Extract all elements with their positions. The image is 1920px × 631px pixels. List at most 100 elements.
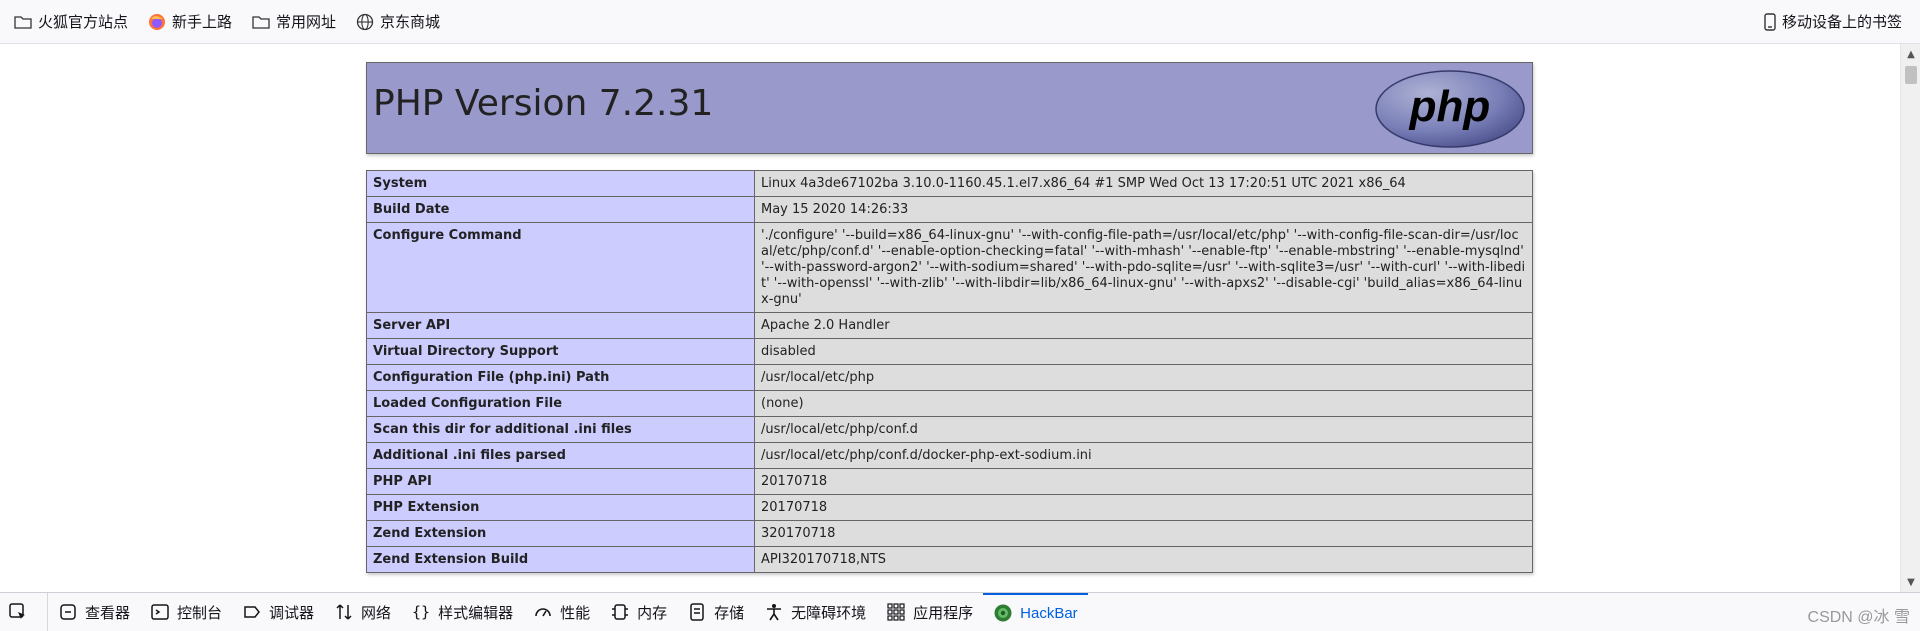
bookmark-label: 京东商城 [380,14,441,31]
mobile-bookmarks-label: 移动设备上的书签 [1781,14,1902,31]
devtools-tab-debugger[interactable]: 调试器 [232,593,324,631]
row-value: 320170718 [754,520,1533,547]
devtools-tab-label: HackBar [1020,604,1078,622]
element-picker-button[interactable] [0,593,48,631]
row-value: (none) [754,390,1533,417]
phpinfo-header: PHP Version 7.2.31 php [366,62,1533,154]
bookmark-getting-started[interactable]: 新手上路 [142,7,238,37]
devtools-tab-label: 内存 [637,604,668,622]
devtools-tab-label: 存储 [714,604,745,622]
devtools-tab-inspector[interactable]: 查看器 [48,593,140,631]
devtools-tab-performance[interactable]: 性能 [523,593,600,631]
devtools-tab-application[interactable]: 应用程序 [876,593,983,631]
row-key: Build Date [366,196,755,223]
devtools-tab-label: 应用程序 [913,604,974,622]
devtools-tab-style-editor[interactable]: {} 样式编辑器 [401,593,523,631]
devtools-tab-label: 无障碍环境 [791,604,867,622]
scrollbar-thumb[interactable] [1905,66,1917,84]
network-icon [336,604,352,620]
row-value: API320170718,NTS [754,546,1533,573]
scroll-down-arrow-icon[interactable]: ▼ [1901,574,1920,590]
page-viewport: PHP Version 7.2.31 php System Linux 4a3de… [0,44,1920,592]
table-row: PHP Extension 20170718 [366,494,1533,521]
devtools-tab-hackbar[interactable]: HackBar [983,593,1088,631]
table-row: Loaded Configuration File (none) [366,390,1533,417]
table-row: Zend Extension Build API320170718,NTS [366,546,1533,573]
devtools-tab-network[interactable]: 网络 [324,593,401,631]
row-value: Apache 2.0 Handler [754,312,1533,339]
vertical-scrollbar[interactable]: ▲ ▼ [1900,44,1920,592]
performance-icon [535,608,551,617]
bookmark-firefox-official[interactable]: 火狐官方站点 [8,7,134,37]
row-key: Loaded Configuration File [366,390,755,417]
svg-text:{}: {} [412,603,430,621]
bookmark-label: 新手上路 [172,14,233,31]
row-key: System [366,170,755,197]
devtools-tab-label: 网络 [361,604,392,622]
devtools-tab-label: 样式编辑器 [438,604,514,622]
table-row: Zend Extension 320170718 [366,520,1533,547]
storage-icon [690,603,704,621]
debugger-icon [244,606,260,618]
devtools-tab-label: 控制台 [177,604,223,622]
devtools-toolbar: 查看器 控制台 调试器 网络 {} 样式编辑器 性能 内存 存储 无障碍环境 应用程序 HackBar… [0,592,1920,631]
row-key: PHP Extension [366,494,755,521]
globe-icon [356,13,374,30]
row-value: May 15 2020 14:26:33 [754,196,1533,223]
firefox-icon [149,13,166,30]
application-icon [887,603,905,621]
phpinfo-table: System Linux 4a3de67102ba 3.10.0-1160.45.… [366,170,1533,573]
php-logo-icon[interactable]: php [1374,69,1526,149]
bookmark-label: 常用网址 [276,14,337,31]
scroll-up-arrow-icon[interactable]: ▲ [1901,46,1920,62]
row-value: Linux 4a3de67102ba 3.10.0-1160.45.1.el7.… [754,170,1533,197]
devtools-tab-storage[interactable]: 存储 [677,593,754,631]
table-row: Build Date May 15 2020 14:26:33 [366,196,1533,223]
element-picker-icon [9,603,25,619]
devtools-tab-label: 性能 [560,604,591,622]
row-key: Configuration File (php.ini) Path [366,364,755,391]
bookmark-common-sites[interactable]: 常用网址 [246,7,342,37]
row-key: Virtual Directory Support [366,338,755,365]
table-row: Configuration File (php.ini) Path/usr/lo… [366,364,1533,391]
mobile-icon [1764,12,1776,31]
row-value: 20170718 [754,494,1533,521]
table-row: System Linux 4a3de67102ba 3.10.0-1160.45.… [366,170,1533,197]
table-row: PHP API 20170718 [366,468,1533,495]
devtools-tab-accessibility[interactable]: 无障碍环境 [754,593,876,631]
row-value: /usr/local/etc/php/conf.d/docker-php-ext… [754,442,1533,469]
bookmarks-toolbar: 火狐官方站点 新手上路 常用网址 京东商城 移动设备上的书签 [0,0,1920,44]
row-key: PHP API [366,468,755,495]
devtools-tab-console[interactable]: 控制台 [140,593,232,631]
table-row: Server API Apache 2.0 Handler [366,312,1533,339]
row-value: 20170718 [754,468,1533,495]
php-logo-text: php [1409,82,1491,131]
console-icon [151,604,169,620]
bookmark-label: 火狐官方站点 [38,14,129,31]
folder-icon [14,15,32,29]
memory-icon [612,604,629,620]
style-editor-icon: {} [412,603,430,621]
row-key: Zend Extension Build [366,546,755,573]
devtools-tab-label: 查看器 [85,604,131,622]
row-key: Zend Extension [366,520,755,547]
row-key: Additional .ini files parsed [366,442,755,469]
page-title: PHP Version 7.2.31 [373,83,714,124]
table-row: Additional .ini files parsed/usr/local/e… [366,442,1533,469]
row-value: disabled [754,338,1533,365]
table-row: Scan this dir for additional .ini files /… [366,416,1533,443]
inspector-icon [60,604,76,620]
row-key: Scan this dir for additional .ini files [366,416,755,443]
row-value: './configure' '--build=x86_64-linux-gnu'… [754,222,1533,313]
devtools-tab-memory[interactable]: 内存 [600,593,677,631]
phpinfo-container: PHP Version 7.2.31 php System Linux 4a3de… [366,62,1533,573]
table-row: Configure Command './configure' '--build=… [366,222,1533,313]
row-key: Server API [366,312,755,339]
table-row: Virtual Directory Support disabled [366,338,1533,365]
folder-icon [252,15,270,29]
devtools-tabs: 查看器 控制台 调试器 网络 {} 样式编辑器 性能 内存 存储 无障碍环境 应用程序 HackBar [48,593,1088,631]
hackbar-icon [994,604,1012,622]
bookmark-jd-mall[interactable]: 京东商城 [350,7,446,37]
csdn-watermark: CSDN @冰 雪 [1807,609,1910,626]
mobile-bookmarks[interactable]: 移动设备上的书签 [1758,7,1908,37]
